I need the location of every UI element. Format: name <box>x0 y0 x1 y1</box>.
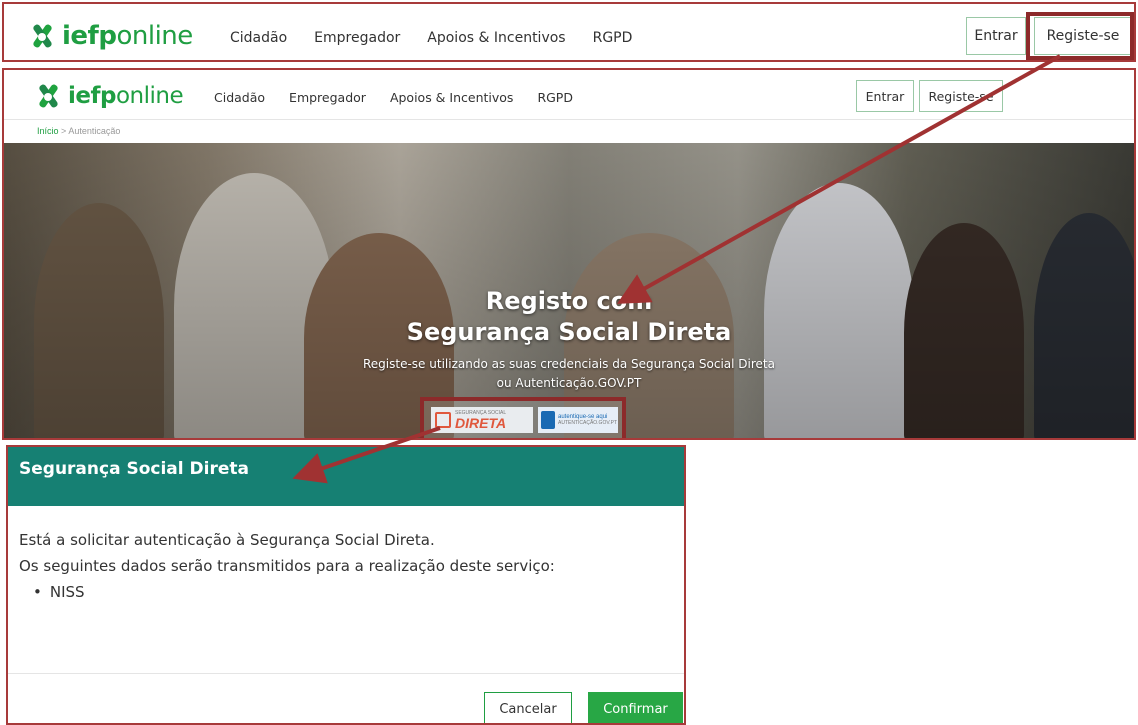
breadcrumb: Início > Autenticação <box>37 126 120 136</box>
hero-title-line2: Segurança Social Direta <box>406 318 732 346</box>
cancel-button[interactable]: Cancelar <box>484 692 572 723</box>
auth-page-panel: iefponline Cidadão Empregador Apoios & I… <box>2 68 1136 440</box>
gov-logo-subtext: AUTENTICAÇÃO.GOV.PT <box>558 419 617 426</box>
confirm-button[interactable]: Confirmar <box>588 692 683 723</box>
dialog-text-line1: Está a solicitar autenticação à Seguranç… <box>19 531 435 549</box>
ssd-logo-icon <box>435 412 451 428</box>
dialog-data-list: NISS <box>19 579 555 605</box>
iefp-logo[interactable]: iefponline <box>28 21 193 51</box>
hero-subtitle-line1: Registe-se utilizando as suas credenciai… <box>363 357 775 371</box>
dialog-title: Segurança Social Direta <box>19 459 249 479</box>
dialog-text-line2: Os seguintes dados serão transmitidos pa… <box>19 557 555 575</box>
breadcrumb-home[interactable]: Início <box>37 126 59 136</box>
main-nav: Cidadão Empregador Apoios & Incentivos R… <box>214 90 597 105</box>
main-nav: Cidadão Empregador Apoios & Incentivos R… <box>230 30 659 46</box>
nav-empregador[interactable]: Empregador <box>314 30 400 46</box>
top-nav-panel: iefponline Cidadão Empregador Apoios & I… <box>2 2 1136 62</box>
gov-logo-icon <box>541 411 555 429</box>
hero-banner: Registo com Segurança Social Direta Regi… <box>4 143 1134 438</box>
nav-apoios-incentivos[interactable]: Apoios & Incentivos <box>390 90 514 105</box>
login-button[interactable]: Entrar <box>966 17 1026 55</box>
ssd-login-button[interactable]: SEGURANÇA SOCIAL DIRETA <box>431 407 533 433</box>
nav-apoios-incentivos[interactable]: Apoios & Incentivos <box>427 30 565 46</box>
ssd-consent-dialog: Segurança Social Direta Está a solicitar… <box>6 445 686 725</box>
nav-cidadao[interactable]: Cidadão <box>214 90 265 105</box>
iefp-logo-icon <box>28 23 56 49</box>
ssd-logo-text: DIRETA <box>455 414 507 431</box>
nav-rgpd[interactable]: RGPD <box>593 30 633 46</box>
logo-text-iefp: iefp <box>62 21 117 51</box>
dialog-header: Segurança Social Direta <box>8 447 684 506</box>
auth-logos-highlight-box: SEGURANÇA SOCIAL DIRETA autentique-se aq… <box>420 397 626 438</box>
login-button[interactable]: Entrar <box>856 80 914 112</box>
register-highlight-box <box>1026 12 1134 60</box>
iefp-logo-icon <box>34 83 62 109</box>
logo-text-online: online <box>116 21 193 51</box>
breadcrumb-current: Autenticação <box>68 126 121 136</box>
iefp-logo[interactable]: iefponline <box>34 83 184 109</box>
hero-subtitle-line2: ou Autenticação.GOV.PT <box>496 376 642 390</box>
logo-text-iefp: iefp <box>68 83 116 109</box>
nav-empregador[interactable]: Empregador <box>289 90 366 105</box>
register-button[interactable]: Registe-se <box>919 80 1003 112</box>
gov-login-button[interactable]: autentique-se aqui AUTENTICAÇÃO.GOV.PT <box>538 407 618 433</box>
nav-cidadao[interactable]: Cidadão <box>230 30 287 46</box>
breadcrumb-separator: > <box>61 126 67 136</box>
list-item: NISS <box>33 579 555 605</box>
hero-title-line1: Registo com <box>485 287 653 315</box>
logo-text-online: online <box>115 83 184 109</box>
dialog-body: Está a solicitar autenticação à Seguranç… <box>19 527 555 605</box>
nav-rgpd[interactable]: RGPD <box>537 90 573 105</box>
dialog-footer-divider <box>8 673 684 674</box>
page-header: iefponline Cidadão Empregador Apoios & I… <box>4 70 1134 120</box>
